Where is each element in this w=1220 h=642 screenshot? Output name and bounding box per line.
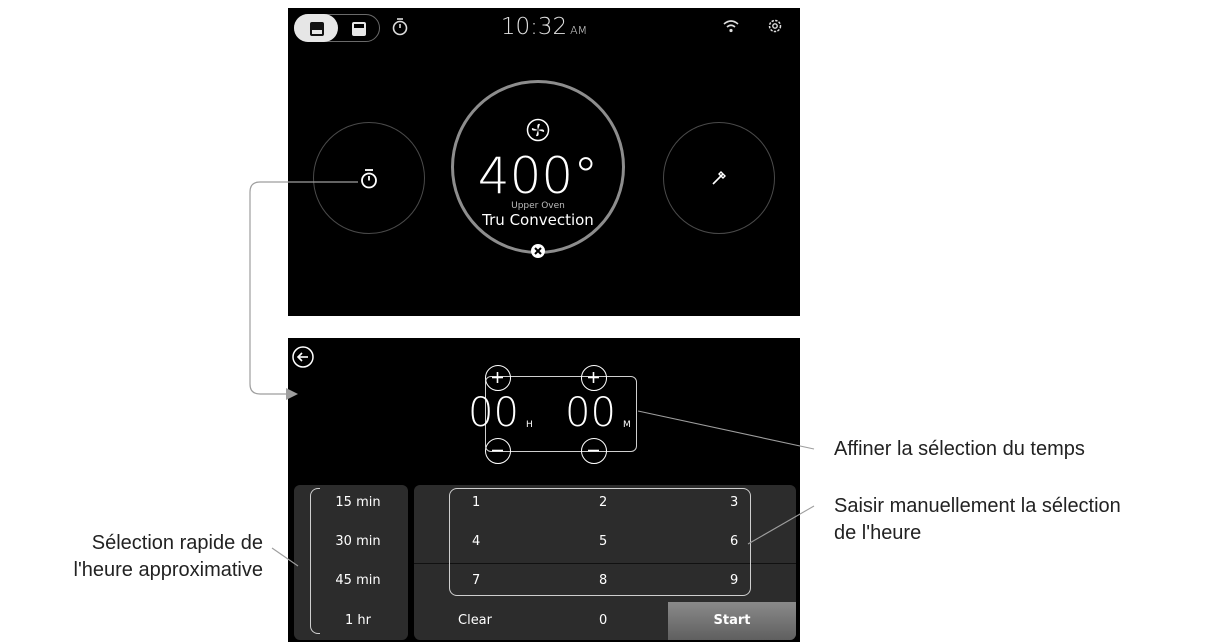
annotation-quick-select-line2: l'heure approximative	[73, 559, 263, 581]
annotation-quick-select-line1: Sélection rapide de	[91, 532, 263, 554]
annotation-fine-tune: Affiner la sélection du temps	[834, 438, 1085, 460]
annotation-manual-entry-line2: de l'heure	[834, 522, 922, 544]
annotation-manual-entry-line1: Saisir manuellement la sélection	[834, 495, 1121, 517]
quick-select-leader-line	[271, 547, 299, 567]
timer-connector-line	[249, 181, 358, 395]
fine-tune-leader-line	[637, 410, 815, 450]
manual-entry-leader-line	[747, 505, 815, 545]
timer-connector-arrow	[286, 388, 298, 400]
